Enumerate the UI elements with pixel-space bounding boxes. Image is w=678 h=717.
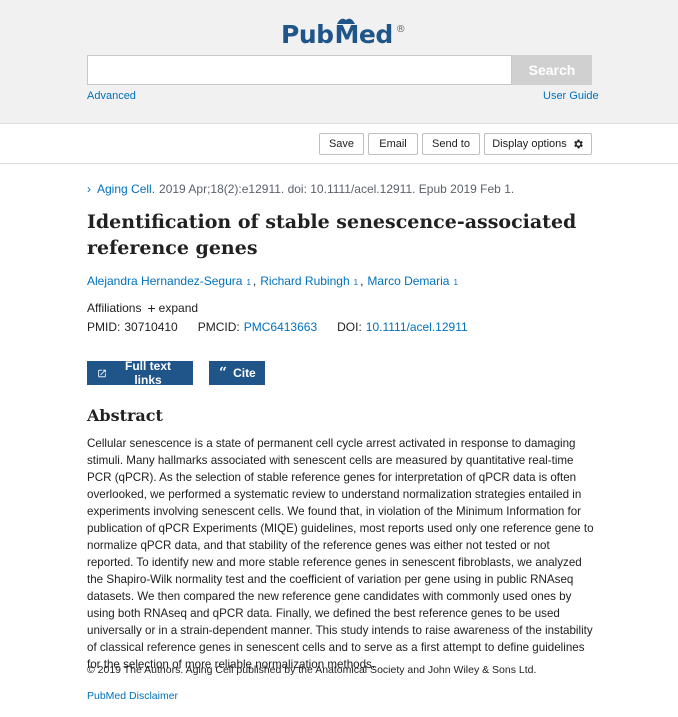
chevron-right-icon: › xyxy=(87,182,91,196)
article-identifiers: PMID: 30710410 PMCID: PMC6413663 DOI: 10… xyxy=(87,320,468,334)
author-separator: , xyxy=(360,274,364,288)
external-link-icon xyxy=(98,369,106,377)
affiliations-row: Affiliations + expand xyxy=(87,301,198,315)
user-guide-link[interactable]: User Guide xyxy=(543,90,599,102)
citation-line: › Aging Cell. 2019 Apr;18(2):e12911. doi… xyxy=(87,182,514,196)
logo-med-wrapper: Med xyxy=(335,18,393,49)
email-button-label: Email xyxy=(379,138,407,150)
article-title: Identification of stable senescence-asso… xyxy=(87,211,577,259)
citation-details: 2019 Apr;18(2):e12911. doi: 10.1111/acel… xyxy=(159,182,515,196)
affiliations-label: Affiliations xyxy=(87,301,142,315)
author-affiliation-ref[interactable]: 1 xyxy=(453,278,457,287)
send-to-button[interactable]: Send to xyxy=(422,133,480,155)
save-button[interactable]: Save xyxy=(319,133,364,155)
author-affiliation-ref[interactable]: 1 xyxy=(354,278,358,287)
pubmed-disclaimer-link[interactable]: PubMed Disclaimer xyxy=(87,690,178,702)
pubmed-logo[interactable]: Pub Med ® xyxy=(281,18,406,49)
display-options-label: Display options xyxy=(492,138,567,150)
search-header: Pub Med ® Search Advanced User Guide xyxy=(0,0,678,124)
email-button[interactable]: Email xyxy=(368,133,418,155)
author-link[interactable]: Marco Demaria xyxy=(367,274,449,288)
registered-mark: ® xyxy=(395,24,406,35)
affiliations-expand-toggle[interactable]: + expand xyxy=(147,301,198,315)
logo-pub-text: Pub xyxy=(281,20,334,49)
pmid-value: 30710410 xyxy=(124,320,178,334)
author-separator: , xyxy=(252,274,257,288)
full-text-links-label: Full text links xyxy=(125,359,172,387)
doi-label: DOI: xyxy=(337,320,362,334)
article-toolbar: Save Email Send to Display options xyxy=(0,124,678,164)
pmcid-label: PMCID: xyxy=(197,320,240,334)
display-options-button[interactable]: Display options xyxy=(484,133,592,155)
advanced-search-link[interactable]: Advanced xyxy=(87,90,136,102)
quote-icon: “ xyxy=(219,365,228,381)
doi-link[interactable]: 10.1111/acel.12911 xyxy=(366,320,468,334)
abstract-heading: Abstract xyxy=(87,406,163,425)
cite-button[interactable]: “ Cite xyxy=(209,361,265,385)
search-input[interactable] xyxy=(87,55,512,85)
search-button[interactable]: Search xyxy=(512,55,592,85)
abstract-text: Cellular senescence is a state of perman… xyxy=(87,437,594,671)
save-button-label: Save xyxy=(328,138,355,150)
plus-icon: + xyxy=(147,300,156,316)
expand-label: expand xyxy=(158,301,199,315)
author-link[interactable]: Alejandra Hernandez-Segura xyxy=(87,274,242,288)
author-list: Alejandra Hernandez-Segura 1 , Richard R… xyxy=(87,274,458,288)
full-text-links-button[interactable]: Full text links xyxy=(87,359,193,387)
send-to-button-label: Send to xyxy=(432,138,470,150)
author-affiliation-ref[interactable]: 1 xyxy=(246,278,250,287)
pubmed-book-icon xyxy=(336,18,355,24)
pmcid-link[interactable]: PMC6413663 xyxy=(244,320,317,334)
journal-link[interactable]: Aging Cell. xyxy=(97,182,155,196)
pmid-label: PMID: xyxy=(87,320,121,334)
author-link[interactable]: Richard Rubingh xyxy=(260,274,349,288)
cite-label: Cite xyxy=(233,366,256,380)
copyright-notice: © 2019 The Authors. Aging Cell published… xyxy=(87,664,537,676)
gear-icon xyxy=(573,139,583,149)
